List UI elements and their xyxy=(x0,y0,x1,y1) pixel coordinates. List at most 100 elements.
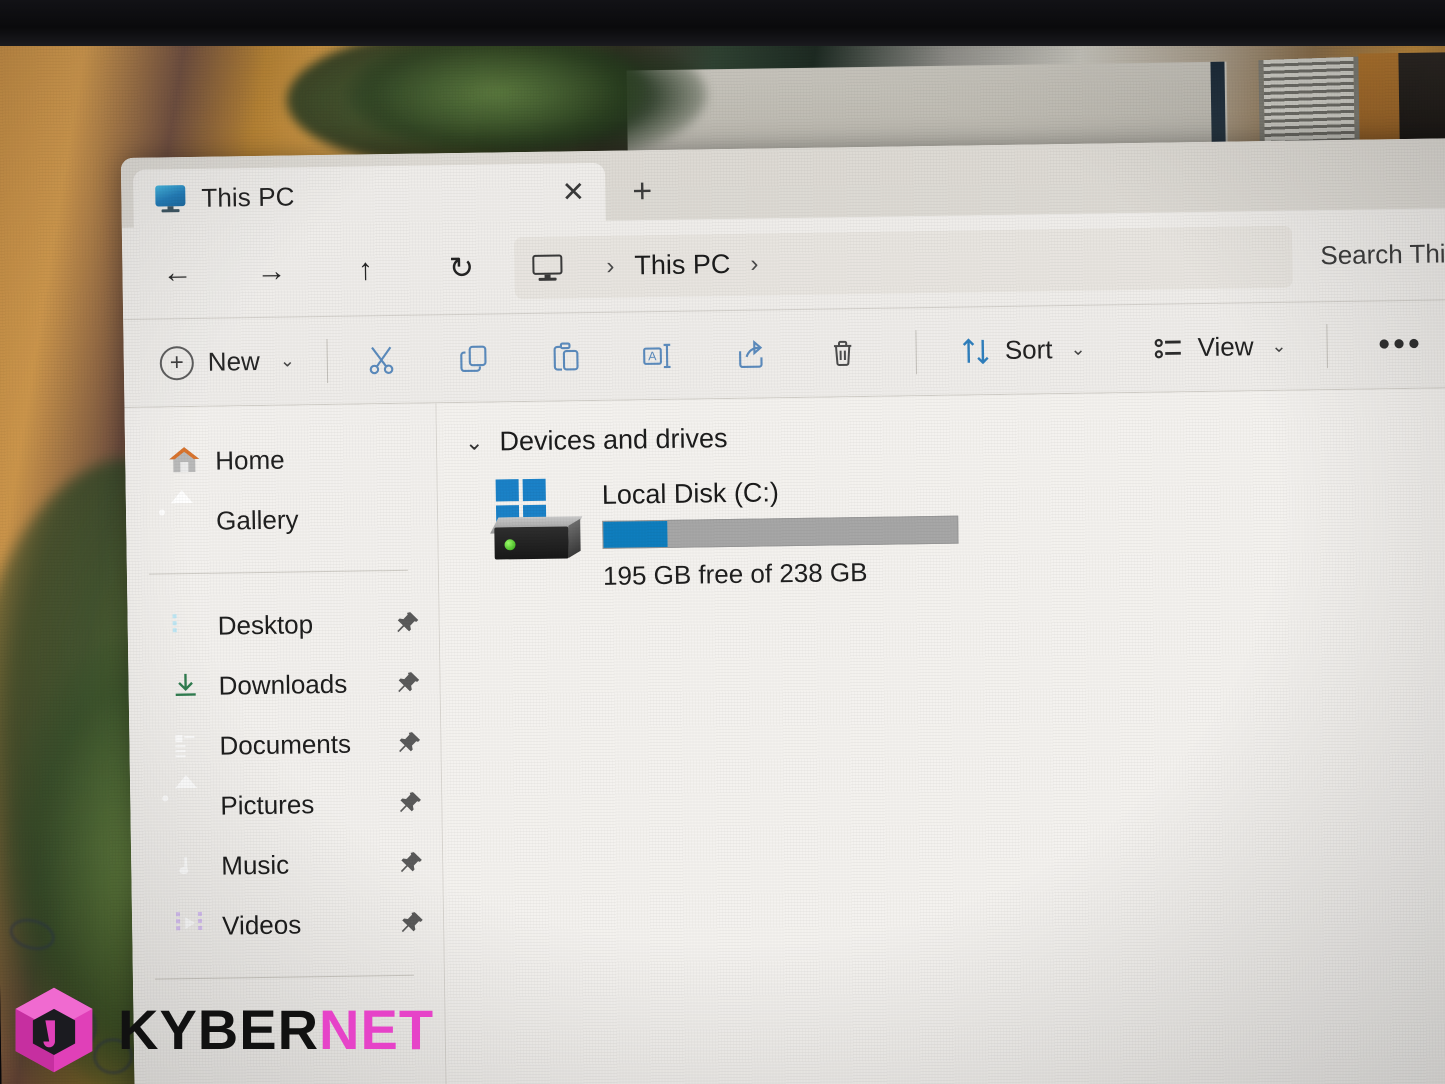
tab-strip: This PC ✕ + xyxy=(121,150,680,228)
rename-button[interactable]: A xyxy=(621,324,696,387)
share-icon xyxy=(739,339,763,368)
paste-icon xyxy=(553,341,579,371)
tab-this-pc[interactable]: This PC ✕ xyxy=(132,162,606,228)
tab-label: This PC xyxy=(201,180,295,213)
sidebar-divider xyxy=(154,974,414,980)
forward-button[interactable]: → xyxy=(240,240,303,303)
view-button[interactable]: View ⌄ xyxy=(1141,317,1297,377)
laptop-screen: This PC ✕ + ← → ↑ ↻ › This PC › Search T… xyxy=(0,18,1445,1084)
chevron-down-icon: ⌄ xyxy=(279,350,296,371)
kybernet-cube-logo xyxy=(15,987,93,1073)
sidebar-item-videos[interactable]: Videos xyxy=(140,892,436,956)
drive-led-icon xyxy=(504,539,516,551)
drive-usage-fill xyxy=(603,520,668,548)
copy-button[interactable] xyxy=(437,327,512,390)
arrow-left-icon: ← xyxy=(162,255,193,289)
sidebar-item-label: Gallery xyxy=(215,503,299,536)
hard-drive-icon xyxy=(490,478,587,561)
arrow-right-icon: → xyxy=(256,254,287,288)
chevron-down-icon[interactable]: ⌄ xyxy=(465,429,484,455)
watermark-secondary-text: NET xyxy=(319,998,435,1061)
plus-icon: + xyxy=(159,345,195,380)
home-icon-svg xyxy=(169,447,200,473)
music-icon xyxy=(173,850,207,883)
desktop-icon xyxy=(169,610,203,643)
gallery-icon xyxy=(168,505,202,538)
documents-icon xyxy=(171,730,205,763)
download-arrow-icon xyxy=(175,673,196,696)
sidebar-divider xyxy=(148,569,408,575)
this-pc-icon xyxy=(155,185,186,213)
navigation-bar: ← → ↑ ↻ › This PC › Search This xyxy=(121,207,1445,320)
sidebar-item-label: Downloads xyxy=(218,668,348,701)
group-title: Devices and drives xyxy=(499,423,728,457)
svg-text:A: A xyxy=(648,349,657,363)
drive-item-local-disk-c[interactable]: Local Disk (C:) 195 GB free of 238 GB xyxy=(466,464,1445,594)
watermark-primary-text: KYBER xyxy=(118,998,320,1061)
toolbar-divider xyxy=(326,338,329,383)
sort-icon xyxy=(962,337,989,364)
pin-icon[interactable] xyxy=(395,610,421,636)
copy-icon xyxy=(460,345,487,372)
downloads-icon xyxy=(170,670,204,703)
sidebar-item-label: Music xyxy=(221,849,290,881)
view-icon xyxy=(1154,338,1181,358)
toolbar-divider xyxy=(915,329,918,374)
see-more-button[interactable]: ••• xyxy=(1365,315,1436,374)
pictures-icon xyxy=(172,790,206,823)
sort-label: Sort xyxy=(1004,334,1053,365)
paste-button[interactable] xyxy=(529,325,604,388)
search-input[interactable]: Search This xyxy=(1302,222,1445,287)
screen-bezel xyxy=(0,0,1445,46)
group-header-devices-and-drives[interactable]: ⌄ Devices and drives xyxy=(465,411,1445,458)
chevron-down-icon: ⌄ xyxy=(1271,335,1287,356)
chevron-down-icon: ⌄ xyxy=(1070,338,1086,359)
sidebar-item-desktop[interactable]: Desktop xyxy=(135,592,431,656)
address-bar[interactable]: › This PC › xyxy=(513,225,1293,299)
pin-icon-svg xyxy=(397,612,419,633)
pin-icon[interactable] xyxy=(396,730,422,756)
refresh-icon: ↻ xyxy=(448,251,475,286)
drive-name: Local Disk (C:) xyxy=(601,477,780,510)
up-button[interactable]: ↑ xyxy=(334,238,397,301)
new-tab-button[interactable]: + xyxy=(605,162,680,221)
this-pc-icon xyxy=(532,253,563,281)
content-pane: ⌄ Devices and drives Local Disk (C:) 195… xyxy=(436,387,1445,1084)
pin-icon[interactable] xyxy=(397,790,423,816)
chevron-right-icon[interactable]: › xyxy=(750,250,758,278)
cut-button[interactable] xyxy=(345,328,420,391)
pin-icon[interactable] xyxy=(399,910,425,936)
sidebar-item-label: Desktop xyxy=(217,608,314,641)
share-button[interactable] xyxy=(713,323,788,386)
pin-icon[interactable] xyxy=(395,670,421,696)
drive-usage-bar xyxy=(602,515,959,549)
watermark: KYBERNET xyxy=(6,982,434,1078)
sidebar-item-home[interactable]: Home xyxy=(133,427,429,491)
rename-icon: A xyxy=(643,343,671,368)
sidebar-item-gallery[interactable]: Gallery xyxy=(134,487,430,551)
back-button[interactable]: ← xyxy=(146,241,209,304)
sidebar-item-downloads[interactable]: Downloads xyxy=(136,652,432,716)
home-icon xyxy=(167,445,201,478)
file-explorer-window: This PC ✕ + ← → ↑ ↻ › This PC › Search T… xyxy=(120,137,1445,1084)
explorer-body: Home Gallery Desktop Downloads Documents… xyxy=(124,387,1445,1084)
sidebar-item-label: Videos xyxy=(221,908,302,941)
new-button[interactable]: + New ⌄ xyxy=(145,332,309,392)
delete-button[interactable] xyxy=(805,321,880,384)
drive-free-space-text: 195 GB free of 238 GB xyxy=(602,556,868,591)
sidebar-item-documents[interactable]: Documents xyxy=(137,712,433,776)
videos-icon xyxy=(174,910,208,943)
pin-icon[interactable] xyxy=(398,850,424,876)
close-icon[interactable]: ✕ xyxy=(555,174,592,211)
view-label: View xyxy=(1197,331,1254,363)
scissors-icon xyxy=(369,346,394,374)
sidebar-item-label: Pictures xyxy=(220,788,315,821)
toolbar-divider xyxy=(1326,323,1328,368)
breadcrumb-item-this-pc[interactable]: This PC xyxy=(634,249,730,281)
sort-button[interactable]: Sort ⌄ xyxy=(948,320,1096,380)
refresh-button[interactable]: ↻ xyxy=(430,237,493,300)
trash-icon xyxy=(834,340,852,366)
sidebar-item-pictures[interactable]: Pictures xyxy=(138,772,434,836)
arrow-up-icon: ↑ xyxy=(357,252,374,287)
sidebar-item-music[interactable]: Music xyxy=(139,832,435,896)
